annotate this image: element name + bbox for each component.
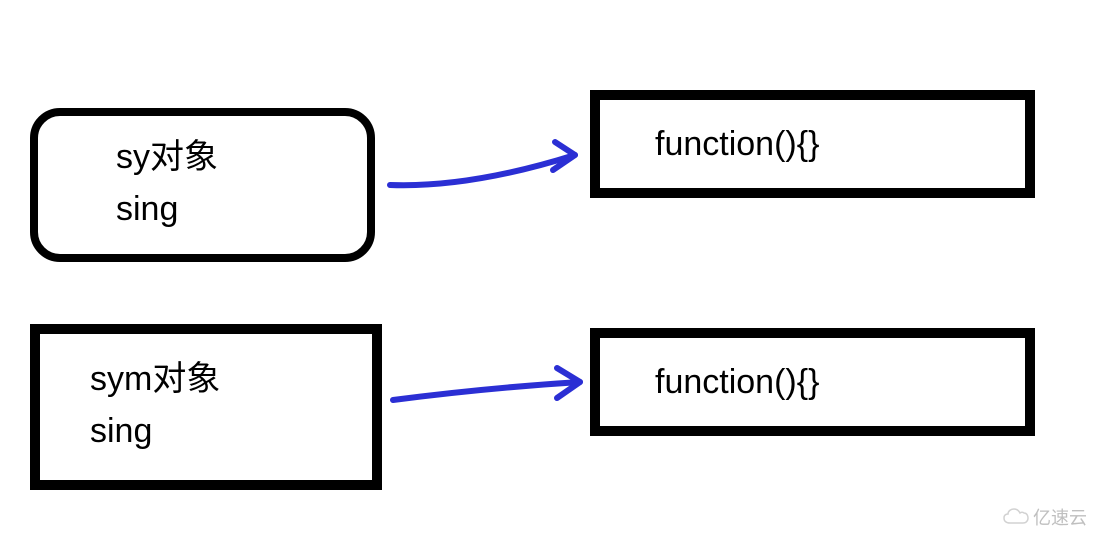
function-text-top: function(){} [655,125,1025,164]
function-box-bottom: function(){} [590,328,1035,436]
arrow-top [380,130,600,200]
object-name-sy: sy对象 [116,134,367,182]
function-text-bottom: function(){} [655,363,1025,402]
watermark-text: 亿速云 [1033,504,1087,530]
watermark: 亿速云 [1003,504,1087,530]
object-name-sym: sym对象 [90,356,372,404]
object-property-sing-1: sing [116,182,367,236]
function-box-top: function(){} [590,90,1035,198]
cloud-icon [1003,508,1029,526]
object-property-sing-2: sing [90,404,372,458]
object-box-sym: sym对象 sing [30,324,382,490]
object-box-sy: sy对象 sing [30,108,375,262]
arrow-bottom [385,350,595,410]
